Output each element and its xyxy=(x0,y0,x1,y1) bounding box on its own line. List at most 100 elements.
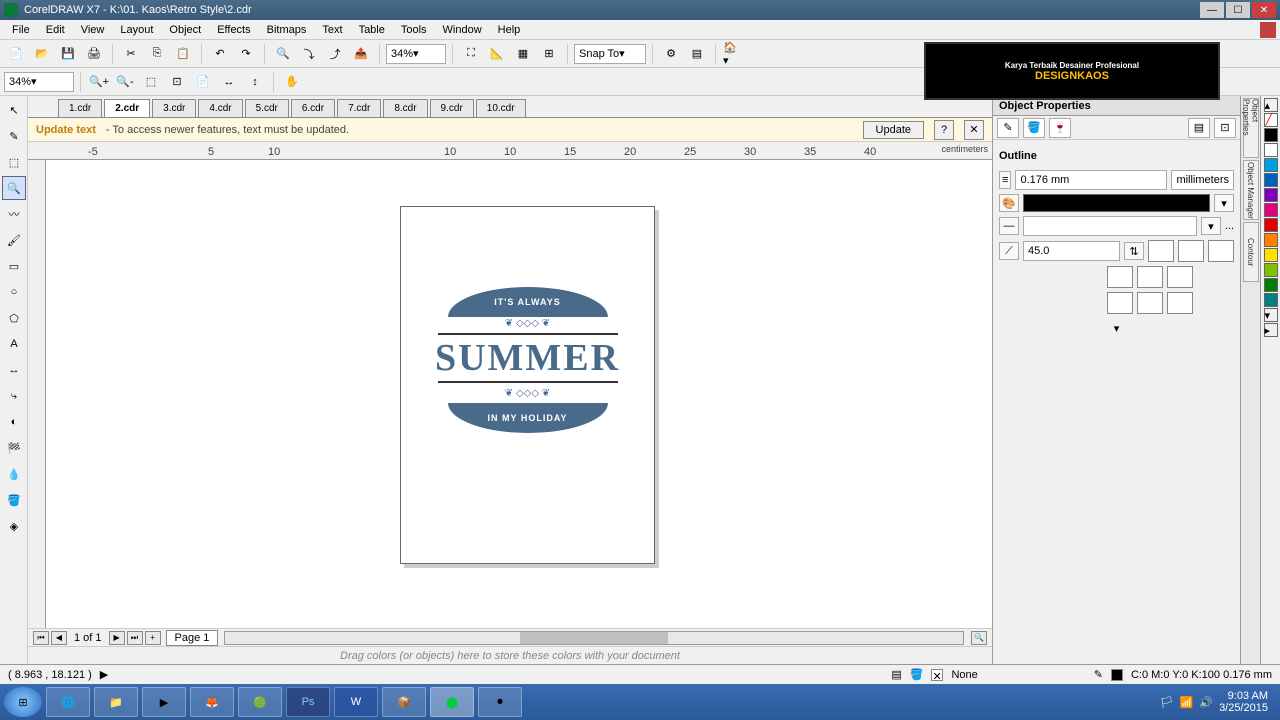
parallel-dimension-tool[interactable]: ↔ xyxy=(2,358,26,382)
cut-icon[interactable]: ✂ xyxy=(119,42,143,66)
color-swatch[interactable] xyxy=(1264,218,1278,232)
doc-tab-2[interactable]: 2.cdr xyxy=(104,99,150,117)
menu-file[interactable]: File xyxy=(4,22,38,38)
search-icon[interactable]: 🔍 xyxy=(271,42,295,66)
position-inside-icon[interactable] xyxy=(1167,292,1193,314)
zoom-in-icon[interactable]: 🔍+ xyxy=(87,70,111,94)
new-icon[interactable]: 📄 xyxy=(4,42,28,66)
publish-icon[interactable]: 📤 xyxy=(349,42,373,66)
color-swatch[interactable] xyxy=(1264,143,1278,157)
zoom-all-icon[interactable]: ⊡ xyxy=(165,70,189,94)
doc-tab-4[interactable]: 4.cdr xyxy=(198,99,242,117)
color-eyedropper-tool[interactable]: 💧 xyxy=(2,462,26,486)
fill-none-swatch[interactable]: ✕ xyxy=(931,669,943,681)
ruler-vertical[interactable] xyxy=(28,160,46,628)
color-swatch[interactable] xyxy=(1264,293,1278,307)
pan-icon[interactable]: ✋ xyxy=(280,70,304,94)
outline-style-dd-icon[interactable]: ▾ xyxy=(1201,217,1221,235)
promo-banner[interactable]: Karya Terbaik Desainer Profesional DESIG… xyxy=(924,42,1220,100)
taskbar-word-icon[interactable]: W xyxy=(334,687,378,717)
palette-scroll-down-icon[interactable]: ▾ xyxy=(1264,308,1278,322)
save-icon[interactable]: 💾 xyxy=(56,42,80,66)
fullscreen-icon[interactable]: ⛶ xyxy=(459,42,483,66)
outline-width-input[interactable] xyxy=(1015,170,1167,190)
text-tool[interactable]: A xyxy=(2,332,26,356)
welcome-icon[interactable]: 🏠 ▾ xyxy=(722,42,746,66)
play-icon[interactable]: ▶ xyxy=(100,668,108,681)
export-icon[interactable]: ⤴ xyxy=(323,42,347,66)
pick-tool[interactable]: ↖ xyxy=(2,98,26,122)
menu-view[interactable]: View xyxy=(73,22,113,38)
expand-icon[interactable]: ▾ xyxy=(999,322,1234,335)
menu-layout[interactable]: Layout xyxy=(112,22,161,38)
miter-spin-icon[interactable]: ⇅ xyxy=(1124,242,1144,260)
color-swatch[interactable] xyxy=(1264,248,1278,262)
palette-flyout-icon[interactable]: ▸ xyxy=(1264,323,1278,337)
show-rulers-icon[interactable]: 📐 xyxy=(485,42,509,66)
taskbar-chrome-icon[interactable]: 🟢 xyxy=(238,687,282,717)
doc-tab-5[interactable]: 5.cdr xyxy=(245,99,289,117)
page[interactable]: IT'S ALWAYS ❦ ◇◇◇ ❦ SUMMER ❦ ◇◇◇ ❦ IN MY… xyxy=(400,206,655,564)
outline-color-dropdown-icon[interactable]: ▾ xyxy=(1214,194,1234,212)
crop-tool[interactable]: ⬚ xyxy=(2,150,26,174)
outline-units-dropdown[interactable]: millimeters xyxy=(1171,170,1234,190)
copy-icon[interactable]: ⎘ xyxy=(145,42,169,66)
close-button[interactable]: ✕ xyxy=(1252,2,1276,18)
redo-icon[interactable]: ↷ xyxy=(234,42,258,66)
menu-window[interactable]: Window xyxy=(435,22,490,38)
menu-bitmaps[interactable]: Bitmaps xyxy=(259,22,315,38)
docker-contour[interactable]: Contour xyxy=(1243,222,1259,282)
outline-color-swatch[interactable] xyxy=(1023,194,1210,212)
menu-table[interactable]: Table xyxy=(351,22,393,38)
canvas[interactable]: IT'S ALWAYS ❦ ◇◇◇ ❦ SUMMER ❦ ◇◇◇ ❦ IN MY… xyxy=(46,160,992,628)
corner-round-icon[interactable] xyxy=(1178,240,1204,262)
color-swatch[interactable] xyxy=(1264,203,1278,217)
options-icon[interactable]: ⚙ xyxy=(659,42,683,66)
position-outside-icon[interactable] xyxy=(1107,292,1133,314)
minimize-button[interactable]: — xyxy=(1200,2,1224,18)
position-center-icon[interactable] xyxy=(1137,292,1163,314)
rectangle-tool[interactable]: ▭ xyxy=(2,254,26,278)
horizontal-scrollbar[interactable] xyxy=(224,631,964,645)
corner-bevel-icon[interactable] xyxy=(1208,240,1234,262)
menu-object[interactable]: Object xyxy=(161,22,209,38)
menu-tools[interactable]: Tools xyxy=(393,22,435,38)
outline-more[interactable]: ... xyxy=(1225,220,1234,232)
transparency-tab-icon[interactable]: 🍷 xyxy=(1049,118,1071,138)
taskbar-app-icon[interactable]: 📦 xyxy=(382,687,426,717)
zoom-tool-nav-icon[interactable]: 🔍 xyxy=(971,631,987,645)
fill-tab-icon[interactable]: 🪣 xyxy=(1023,118,1045,138)
color-swatch[interactable] xyxy=(1264,158,1278,172)
doc-tab-8[interactable]: 8.cdr xyxy=(383,99,427,117)
maximize-button[interactable]: ☐ xyxy=(1226,2,1250,18)
taskbar-media-icon[interactable]: ▶ xyxy=(142,687,186,717)
outline-tab-icon[interactable]: ✎ xyxy=(997,118,1019,138)
menu-help[interactable]: Help xyxy=(490,22,529,38)
app-launcher-icon[interactable]: ▤ xyxy=(685,42,709,66)
zoom-page-icon[interactable]: 📄 xyxy=(191,70,215,94)
page-add-icon[interactable]: + xyxy=(145,631,161,645)
snap-to-dropdown[interactable]: Snap To ▾ xyxy=(574,44,646,64)
menu-text[interactable]: Text xyxy=(314,22,350,38)
cap-extended-icon[interactable] xyxy=(1167,266,1193,288)
zoom-level-dropdown[interactable]: 34% ▾ xyxy=(386,44,446,64)
polygon-tool[interactable]: ⬠ xyxy=(2,306,26,330)
doc-tab-1[interactable]: 1.cdr xyxy=(58,99,102,117)
system-tray[interactable]: 🏳 📶 🔊 9:03 AM 3/25/2015 xyxy=(1160,690,1276,714)
color-swatch[interactable] xyxy=(1264,233,1278,247)
page-last-icon[interactable]: ⏭ xyxy=(127,631,143,645)
doc-tab-7[interactable]: 7.cdr xyxy=(337,99,381,117)
corel-account-icon[interactable] xyxy=(1260,22,1276,38)
tray-volume-icon[interactable]: 🔊 xyxy=(1199,696,1213,709)
print-icon[interactable]: 🖨 xyxy=(82,42,106,66)
menu-effects[interactable]: Effects xyxy=(209,22,258,38)
menu-edit[interactable]: Edit xyxy=(38,22,73,38)
transparency-tool[interactable]: 🏁 xyxy=(2,436,26,460)
open-icon[interactable]: 📂 xyxy=(30,42,54,66)
design-artwork[interactable]: IT'S ALWAYS ❦ ◇◇◇ ❦ SUMMER ❦ ◇◇◇ ❦ IN MY… xyxy=(428,287,628,433)
smart-fill-tool[interactable]: ◈ xyxy=(2,514,26,538)
zoom-tool[interactable]: 🔍 xyxy=(2,176,26,200)
zoom-out-icon[interactable]: 🔍- xyxy=(113,70,137,94)
color-swatch[interactable] xyxy=(1264,278,1278,292)
ellipse-tool[interactable]: ○ xyxy=(2,280,26,304)
